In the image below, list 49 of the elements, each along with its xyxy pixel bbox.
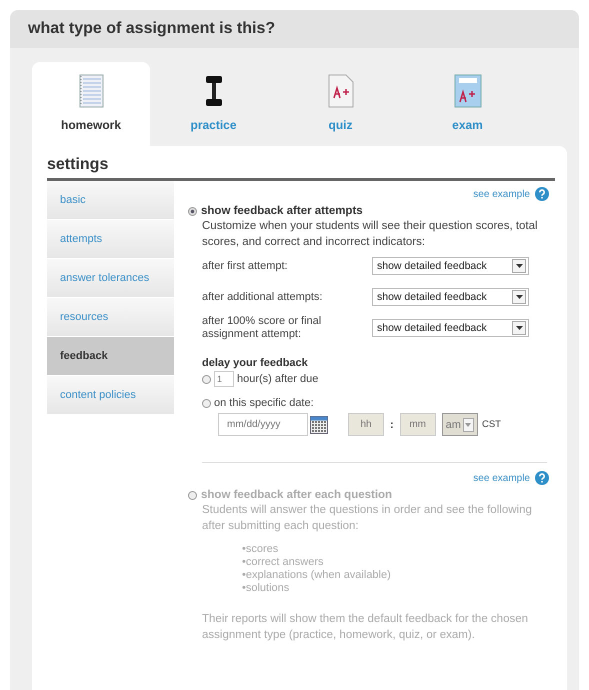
dumbbell-icon xyxy=(204,74,222,108)
feedback-dropdown[interactable]: show detailed feedback xyxy=(372,257,529,275)
help-icon[interactable] xyxy=(535,187,549,201)
graded-paper-icon xyxy=(326,74,354,108)
page-title: what type of assignment is this? xyxy=(28,20,276,38)
delay-title: delay your feedback xyxy=(202,357,309,369)
feedback-dropdown[interactable]: show detailed feedback xyxy=(372,319,529,337)
assignment-type-tab[interactable]: homework xyxy=(32,62,150,146)
option-description: Students will answer the questions in order and see the following after submitting each question: xyxy=(202,503,533,534)
feedback-dropdown[interactable]: show detailed feedback xyxy=(372,288,529,306)
radio-button[interactable] xyxy=(202,398,211,408)
calendar-icon[interactable] xyxy=(310,416,328,434)
field-label: after additional attempts: xyxy=(202,290,324,304)
ampm-dropdown[interactable]: am xyxy=(442,413,478,436)
caret-icon xyxy=(512,321,526,335)
sidebar-item[interactable]: resources xyxy=(47,298,174,337)
caret-icon xyxy=(512,259,526,273)
date-field[interactable]: mm/dd/yyyy xyxy=(218,413,308,436)
help-icon[interactable] xyxy=(535,471,549,485)
see-example-link[interactable]: see example xyxy=(473,188,530,200)
sidebar-item[interactable]: feedback xyxy=(47,337,174,376)
option-note: Their reports will show them the default feedback for the chosen assignment type (practice, homework, quiz, or exam). xyxy=(202,612,530,643)
option-label: show feedback after attempts xyxy=(201,205,363,217)
bullet-item: •solutions xyxy=(242,582,290,595)
notebook-icon xyxy=(78,74,104,108)
caret-icon xyxy=(512,290,526,304)
graded-board-icon xyxy=(454,74,482,108)
radio-label: on this specific date: xyxy=(214,397,314,409)
bullet-item: •correct answers xyxy=(242,556,324,569)
bullet-item: •explanations (when available) xyxy=(242,569,392,582)
caret-icon xyxy=(462,418,474,432)
time-separator: : xyxy=(390,418,394,430)
assignment-type-tab[interactable]: practice xyxy=(150,62,277,146)
option-label: show feedback after each question xyxy=(201,489,392,501)
field-label: after 100% score or final assignment attempt: xyxy=(202,315,322,341)
hours-field[interactable]: 1 xyxy=(214,371,234,387)
sidebar-item[interactable]: attempts xyxy=(47,220,174,259)
radio-button[interactable] xyxy=(188,206,197,216)
radio-button[interactable] xyxy=(202,374,211,384)
sidebar-item[interactable]: content policies xyxy=(47,376,174,415)
assignment-type-tab[interactable]: quiz xyxy=(277,62,404,146)
option-description: Customize when your students will see their question scores, total scores, and correct and incorrect indicators: xyxy=(202,219,539,250)
bullet-item: •scores xyxy=(242,543,280,556)
field-label: after first attempt: xyxy=(202,260,289,272)
assignment-type-tab[interactable]: exam xyxy=(404,62,531,146)
timezone-label: CST xyxy=(482,419,501,430)
radio-label: hour(s) after due xyxy=(237,373,318,385)
sidebar-item[interactable]: basic xyxy=(47,181,174,220)
sidebar-item[interactable]: answer tolerances xyxy=(47,259,174,298)
